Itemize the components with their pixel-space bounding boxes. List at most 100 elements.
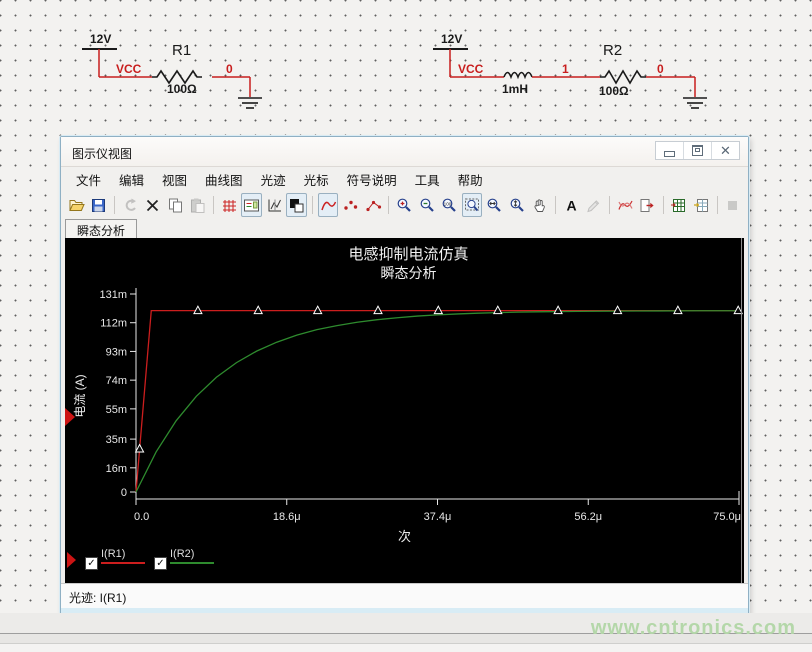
window-titlebar[interactable]: 图示仪视图 ✕ [61, 137, 748, 167]
y-tick-label: 0 [121, 487, 127, 499]
net-label-vcc: VCC [116, 62, 141, 76]
delete-icon[interactable] [142, 193, 163, 217]
open-icon[interactable] [66, 193, 87, 217]
restore-icon [692, 145, 703, 156]
menu-bar: 文件编辑视图曲线图光迹光标符号说明工具帮助 [61, 167, 748, 192]
y-tick-label: 55m [106, 404, 127, 416]
toolbar-separator [114, 196, 115, 214]
marker-triangle [434, 306, 442, 314]
pan-icon[interactable] [529, 193, 550, 217]
source-voltage-label: 12V [90, 32, 111, 46]
menu-legend[interactable]: 符号说明 [338, 166, 406, 193]
marker-triangle [254, 306, 262, 314]
trace-ir2 [136, 311, 739, 492]
resistor-value-r2: 100Ω [599, 84, 629, 98]
svg-text:A: A [566, 197, 576, 213]
source-voltage-label: 12V [441, 32, 462, 46]
minimize-icon [664, 151, 675, 157]
resistor-r2[interactable] [600, 71, 646, 83]
window-title: 图示仪视图 [72, 145, 132, 162]
legend-selected-arrow-icon [67, 552, 76, 568]
copy-icon[interactable] [165, 193, 186, 217]
ground-right[interactable] [683, 98, 707, 108]
paste-icon[interactable] [188, 193, 209, 217]
overlay-traces-icon[interactable] [615, 193, 636, 217]
zoom-y-icon[interactable] [507, 193, 528, 217]
vcc-source-left[interactable] [82, 49, 117, 77]
minimize-button[interactable] [656, 142, 683, 159]
toolbar-separator [388, 196, 389, 214]
zoom-100-icon[interactable]: 100 [439, 193, 460, 217]
axes-icon[interactable] [264, 193, 285, 217]
undo-icon[interactable] [120, 193, 141, 217]
annotate-icon[interactable] [583, 193, 604, 217]
tab-bar: 瞬态分析 [61, 219, 748, 238]
resistor-value-r1: 100Ω [167, 82, 197, 96]
menu-trace[interactable]: 光迹 [252, 166, 295, 193]
chart-plot[interactable]: 016m35m55m74m93m112m131m0.018.6μ37.4μ56.… [65, 238, 744, 583]
menu-cursor[interactable]: 光标 [295, 166, 338, 193]
trace-ir2-checkbox[interactable]: ✓ [154, 557, 167, 570]
toolbar: 100 A [61, 191, 748, 220]
zoom-area-icon[interactable] [462, 193, 483, 217]
panel-edge [741, 238, 742, 583]
stop-icon[interactable] [723, 193, 744, 217]
marker-triangle [494, 306, 502, 314]
x-tick-label: 0.0 [134, 511, 149, 523]
trace-ir1-checkbox[interactable]: ✓ [85, 557, 98, 570]
y-tick-label: 16m [106, 463, 127, 475]
marker-triangle [614, 306, 622, 314]
close-button[interactable]: ✕ [711, 142, 739, 159]
status-bar: 光迹: I(R1) [61, 583, 748, 608]
menu-tools[interactable]: 工具 [406, 166, 449, 193]
toolbar-separator [555, 196, 556, 214]
menu-help[interactable]: 帮助 [449, 166, 492, 193]
dot-style-icon[interactable] [340, 193, 361, 217]
zoom-x-icon[interactable] [484, 193, 505, 217]
export-table-icon[interactable] [669, 193, 690, 217]
toolbar-separator [663, 196, 664, 214]
inductor-l1[interactable] [504, 73, 532, 78]
zoom-in-icon[interactable] [394, 193, 415, 217]
invert-colors-icon[interactable] [286, 193, 307, 217]
toolbar-separator [609, 196, 610, 214]
menu-graph[interactable]: 曲线图 [196, 166, 252, 193]
toolbar-separator [312, 196, 313, 214]
x-tick-label: 18.6μ [273, 511, 301, 523]
toolbar-separator [213, 196, 214, 214]
legend-item-ir1: ✓ I(R1) [85, 548, 145, 570]
chart-legend: ✓ I(R1) ✓ I(R2) [67, 548, 214, 570]
bottom-strip [0, 644, 812, 652]
export-icon[interactable] [637, 193, 658, 217]
legend-color-bar-ir1 [101, 562, 145, 564]
grid-icon[interactable] [219, 193, 240, 217]
legend-item-ir2: ✓ I(R2) [154, 548, 214, 570]
line-style-icon[interactable] [318, 193, 339, 217]
marker-triangle [374, 306, 382, 314]
legend-icon[interactable] [241, 193, 262, 217]
menu-view[interactable]: 视图 [153, 166, 196, 193]
y-tick-label: 112m [100, 318, 127, 330]
inductor-value: 1mH [502, 82, 528, 96]
trace-ir1 [136, 311, 739, 492]
export-excel-icon[interactable] [691, 193, 712, 217]
restore-button[interactable] [683, 142, 711, 159]
y-tick-label: 131m [99, 289, 127, 301]
grapher-window: 图示仪视图 ✕ 文件编辑视图曲线图光迹光标符号说明工具帮助 100A 瞬态分析 … [60, 136, 749, 615]
zoom-out-icon[interactable] [417, 193, 438, 217]
marker-triangle [136, 445, 144, 453]
ground-left[interactable] [238, 98, 262, 108]
net-label-1: 1 [562, 62, 569, 76]
menu-file[interactable]: 文件 [67, 166, 110, 193]
marker-triangle [554, 306, 562, 314]
menu-edit[interactable]: 编辑 [110, 166, 153, 193]
y-tick-label: 93m [106, 346, 127, 358]
dot-line-style-icon[interactable] [363, 193, 384, 217]
net-label-vcc: VCC [458, 62, 483, 76]
save-icon[interactable] [89, 193, 110, 217]
add-text-icon[interactable]: A [561, 193, 582, 217]
legend-color-bar-ir2 [170, 562, 214, 564]
status-text: 光迹: I(R1) [69, 591, 126, 605]
window-controls: ✕ [655, 141, 740, 160]
plot-panel: 电感抑制电流仿真 瞬态分析 电流 (A) 次 016m35m55m74m93m1… [65, 238, 744, 583]
